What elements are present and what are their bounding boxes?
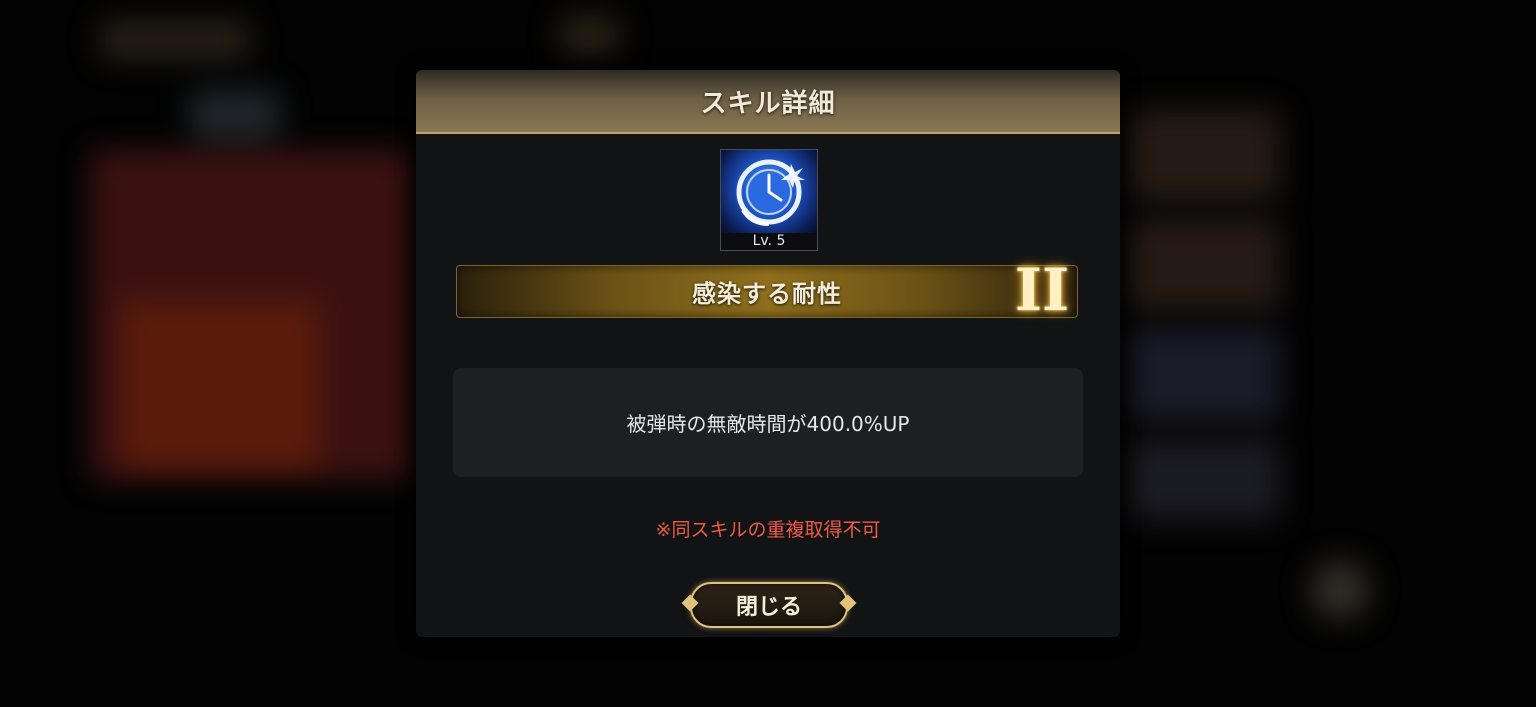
close-button[interactable]: 閉じる xyxy=(681,582,857,628)
skill-detail-dialog: スキル詳細 Lv. 5 感染する耐性 II 被弾時の無敵時間が400.0%UP … xyxy=(416,70,1120,637)
duplicate-note: ※同スキルの重複取得不可 xyxy=(655,519,881,541)
skill-icon-frame: Lv. 5 xyxy=(720,149,818,251)
dialog-title: スキル詳細 xyxy=(700,88,836,119)
skill-level-label: Lv. 5 xyxy=(721,233,817,250)
dialog-header: スキル詳細 xyxy=(416,70,1120,134)
skill-name-bar: 感染する耐性 xyxy=(456,265,1078,318)
clock-icon xyxy=(721,150,817,234)
skill-description: 被弾時の無敵時間が400.0%UP xyxy=(626,412,910,436)
left-ornament-icon xyxy=(681,594,699,612)
rank-badge: II xyxy=(1014,256,1070,324)
skill-name: 感染する耐性 xyxy=(692,280,842,308)
skill-description-box: 被弾時の無敵時間が400.0%UP xyxy=(453,368,1083,477)
close-button-label: 閉じる xyxy=(735,595,802,620)
right-ornament-icon xyxy=(839,594,857,612)
